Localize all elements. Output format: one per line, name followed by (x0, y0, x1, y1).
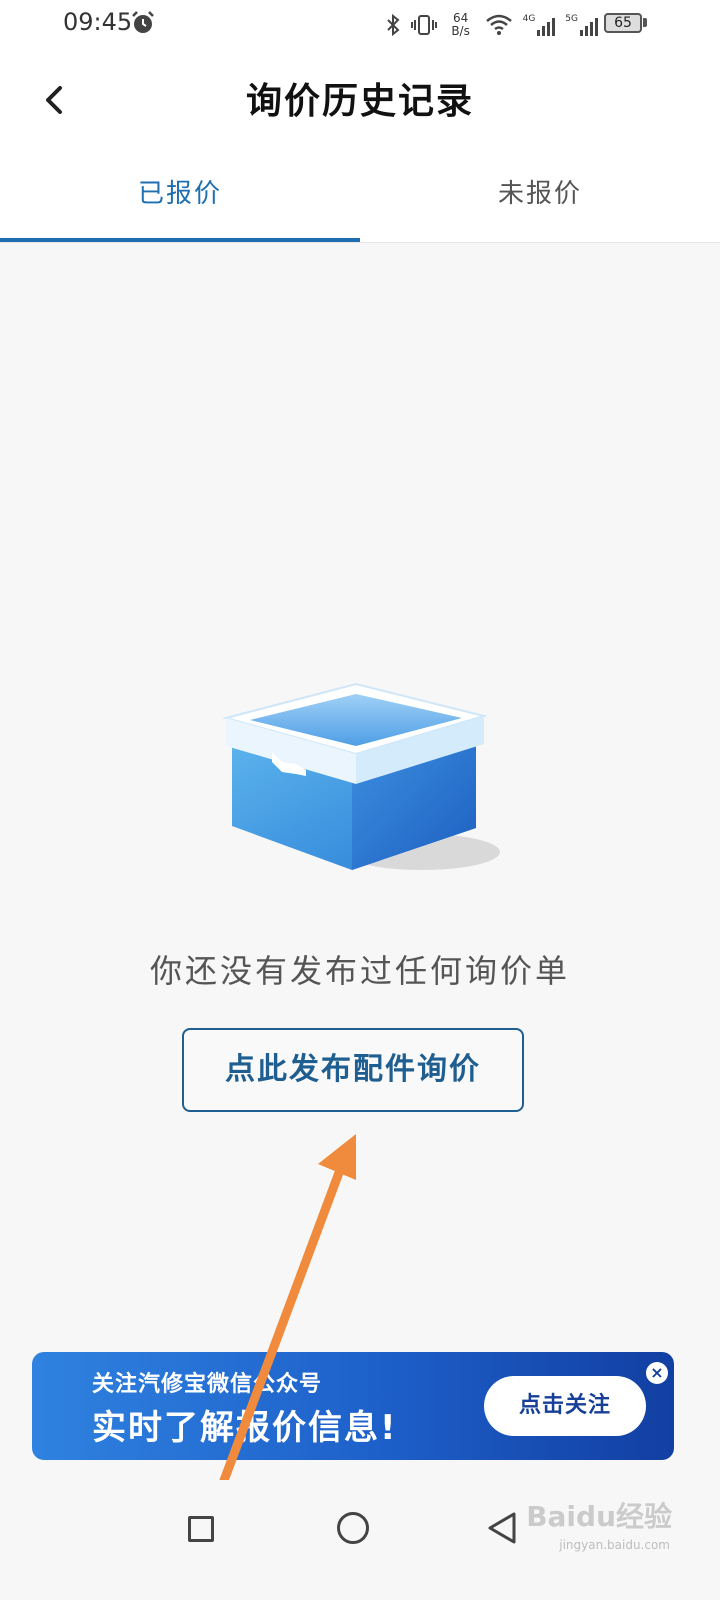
battery-icon: 65 (604, 13, 642, 33)
watermark-url: jingyan.baidu.com (559, 1538, 670, 1552)
vibrate-icon (410, 15, 437, 35)
status-bar: 09:45 64 B/s 4G 5G 65 (0, 0, 720, 50)
signal-4g-icon: 4G (523, 14, 556, 36)
app-header: 询价历史记录 (0, 50, 720, 146)
publish-inquiry-button[interactable]: 点此发布配件询价 (182, 1028, 524, 1112)
battery-tip (643, 18, 647, 27)
banner-line2: 实时了解报价信息! (92, 1408, 398, 1448)
empty-state-message: 你还没有发布过任何询价单 (149, 952, 570, 990)
empty-box-illustration (222, 682, 500, 870)
bluetooth-icon (386, 13, 400, 37)
watermark-logo: Baidu经验 (526, 1500, 672, 1533)
status-time: 09:45 (63, 8, 133, 36)
signal-4g-label: 4G (522, 14, 536, 24)
tab-not-quoted[interactable]: 未报价 (360, 146, 720, 242)
home-icon[interactable] (337, 1512, 369, 1544)
tab-active-indicator (0, 238, 360, 242)
wifi-icon (485, 14, 512, 35)
nav-back-icon[interactable] (486, 1510, 520, 1546)
banner-line1: 关注汽修宝微信公众号 (92, 1372, 323, 1397)
recent-apps-icon[interactable] (188, 1516, 214, 1542)
tab-quoted[interactable]: 已报价 (0, 146, 360, 242)
tab-bar: 已报价 未报价 (0, 146, 720, 243)
follow-button[interactable]: 点击关注 (484, 1376, 646, 1436)
signal-5g-label: 5G (565, 14, 578, 24)
alarm-icon (132, 11, 154, 33)
network-speed-unit: B/s (451, 24, 470, 38)
page-title: 询价历史记录 (245, 81, 474, 122)
follow-wechat-banner[interactable]: 关注汽修宝微信公众号 实时了解报价信息! 点击关注 × (32, 1352, 674, 1460)
signal-5g-icon: 5G (565, 14, 598, 36)
banner-close-icon[interactable]: × (646, 1362, 668, 1384)
network-speed: 64 B/s (447, 12, 475, 38)
